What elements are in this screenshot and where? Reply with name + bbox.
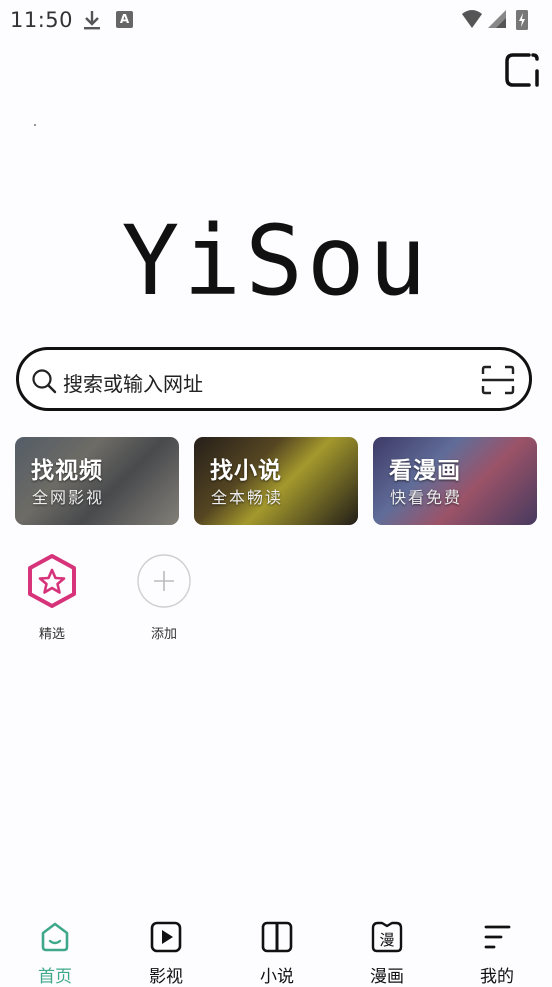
bottom-navigation: 首页 影视 小说 漫 漫画 我的 [0,912,552,987]
decorative-dot [34,124,36,126]
comic-icon-glyph: 漫 [379,931,394,949]
card-title: 找小说 [210,458,282,484]
app-logo: YiSou [0,205,552,317]
scan-icon[interactable] [481,365,515,395]
search-bar[interactable]: 搜索或输入网址 [16,347,532,411]
plus-circle-icon [137,554,191,608]
shortcut-label: 精选 [38,627,65,642]
system-status-icons [462,10,528,30]
shortcut-add[interactable]: 添加 [129,553,199,642]
nav-item-home[interactable]: 首页 [15,920,95,987]
nav-item-comic[interactable]: 漫 漫画 [347,920,427,987]
book-icon [261,921,293,953]
search-input[interactable]: 搜索或输入网址 [63,368,203,397]
download-icon [84,11,100,30]
card-find-novel[interactable]: 找小说 全本畅读 [194,437,358,525]
card-title: 看漫画 [389,458,461,484]
nav-label: 影视 [149,967,183,987]
nav-item-video[interactable]: 影视 [126,920,206,987]
card-subtitle: 全本畅读 [211,488,284,507]
play-icon [150,921,182,953]
card-subtitle: 快看免费 [390,488,463,507]
status-time: 11:50 [10,8,74,32]
wifi-icon [462,10,482,28]
nav-label: 漫画 [370,967,404,987]
logo-text: YiSou [121,205,431,317]
nav-label: 首页 [38,967,72,987]
search-icon [32,369,57,394]
nav-item-mine[interactable]: 我的 [457,920,537,987]
card-subtitle: 全网影视 [32,488,105,507]
tabs-button[interactable] [503,51,541,89]
menu-lines-icon [484,925,511,949]
home-icon [41,922,69,952]
notification-a-icon: A [116,11,133,28]
nav-label: 我的 [480,967,514,987]
comic-icon: 漫 [371,921,403,953]
nav-item-novel[interactable]: 小说 [237,920,317,987]
card-title: 找视频 [31,458,103,484]
star-hexagon-icon [28,554,76,608]
card-read-comic[interactable]: 看漫画 快看免费 [373,437,537,525]
status-bar: 11:50 A [0,0,552,40]
card-find-video[interactable]: 找视频 全网影视 [15,437,179,525]
shortcut-label: 添加 [150,627,177,642]
nav-label: 小说 [260,967,294,987]
shortcut-featured[interactable]: 精选 [17,553,87,642]
